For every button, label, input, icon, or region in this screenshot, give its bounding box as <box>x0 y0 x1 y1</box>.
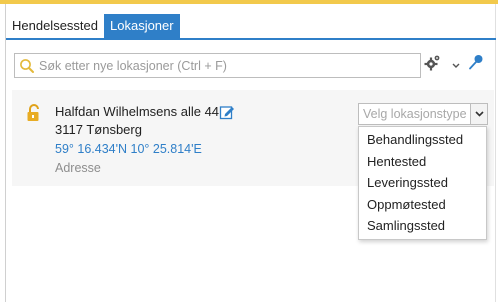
search-input[interactable] <box>39 58 409 73</box>
location-coordinates-link[interactable]: 59° 16.434'N 10° 25.814'E <box>55 142 202 156</box>
tab-lokasjoner[interactable]: Lokasjoner <box>104 14 180 38</box>
dropdown-option-oppmotested[interactable]: Oppmøtested <box>359 194 486 216</box>
panel-right-border <box>495 4 496 302</box>
location-type-dropdown: Behandlingssted Hentested Leveringssted … <box>358 126 487 240</box>
location-street: Halfdan Wilhelmsens alle 44 <box>55 104 220 119</box>
location-type-select[interactable]: Velg lokasjonstype <box>358 103 488 125</box>
panel-left-border <box>5 4 6 302</box>
location-postal: 3117 Tønsberg <box>55 122 142 137</box>
top-accent-bar <box>0 0 498 4</box>
dropdown-option-behandlingssted[interactable]: Behandlingssted <box>359 129 486 151</box>
tab-bar: Hendelsessted Lokasjoner <box>6 14 180 38</box>
edit-icon[interactable] <box>219 104 235 120</box>
gear-icon <box>422 54 452 77</box>
dropdown-option-leveringssted[interactable]: Leveringssted <box>359 172 486 194</box>
chevron-down-icon <box>452 56 460 74</box>
location-type-label: Adresse <box>55 161 101 175</box>
search-box[interactable] <box>14 53 421 78</box>
unlocked-padlock-icon[interactable] <box>26 104 42 122</box>
chevron-down-icon[interactable] <box>470 104 487 124</box>
location-type-select-placeholder: Velg lokasjonstype <box>363 107 467 121</box>
pushpin-icon <box>467 53 485 76</box>
pin-button[interactable] <box>465 53 487 75</box>
dropdown-option-samlingssted[interactable]: Samlingssted <box>359 215 486 237</box>
search-icon <box>15 54 39 77</box>
tab-underline <box>6 38 496 40</box>
dropdown-option-hentested[interactable]: Hentested <box>359 151 486 173</box>
tab-hendelsessted[interactable]: Hendelsessted <box>6 14 104 38</box>
settings-dropdown-button[interactable] <box>422 54 460 77</box>
